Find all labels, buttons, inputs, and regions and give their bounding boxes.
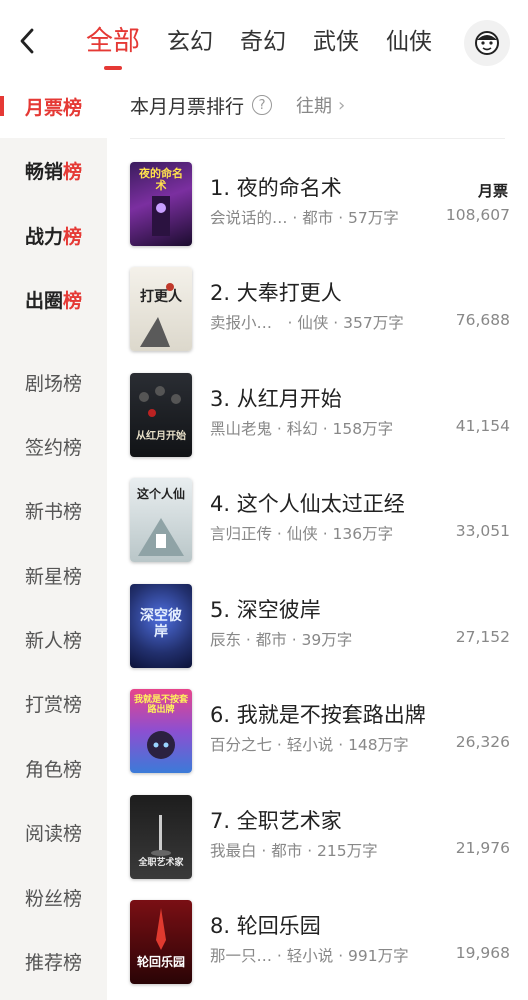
- help-icon[interactable]: ?: [252, 95, 273, 115]
- sidebar-item-juese[interactable]: 角色榜: [0, 736, 107, 800]
- book-title: 3. 从红月开始: [210, 387, 342, 411]
- book-cover: 全职艺术家: [130, 795, 192, 879]
- sidebar-item-tuijian[interactable]: 推荐榜: [0, 929, 107, 993]
- sidebar-item-xinshu[interactable]: 新书榜: [0, 478, 107, 542]
- sidebar-item-fensi[interactable]: 粉丝榜: [0, 865, 107, 929]
- book-cover: 深空彼岸: [130, 584, 192, 668]
- vote-count: 27,152: [455, 628, 510, 646]
- tab-xianxia[interactable]: 仙侠: [386, 22, 432, 62]
- sidebar-item-zhanli[interactable]: 战力榜: [0, 203, 107, 267]
- sidebar-item-label: 畅销: [24, 160, 63, 183]
- book-meta: 辰东 · 都市 · 39万字: [210, 631, 353, 649]
- sidebar-item-yuedu[interactable]: 阅读榜: [0, 800, 107, 864]
- metric-label: 月票: [477, 182, 508, 200]
- past-periods-link[interactable]: 往期: [296, 92, 332, 118]
- vote-count: 108,607: [445, 206, 510, 224]
- book-cover: 我就是不按套路出牌: [130, 689, 192, 773]
- tab-xuanhuan[interactable]: 玄幻: [167, 22, 213, 62]
- book-title: 7. 全职艺术家: [210, 809, 342, 833]
- top-bar: 全部 玄幻 奇幻 武侠 仙侠: [0, 0, 528, 84]
- ranking-subheader: 本月月票排行 ? 往期 ›: [130, 90, 345, 120]
- book-item[interactable]: 这个人仙 4. 这个人仙太过正经 言归正传 · 仙侠 · 136万字 33,05…: [130, 478, 510, 562]
- book-title: 1. 夜的命名术: [210, 176, 342, 200]
- divider: [130, 138, 505, 139]
- book-meta: 会说话的… · 都市 · 57万字: [210, 209, 399, 227]
- cover-title: 轮回乐园: [136, 955, 185, 969]
- vote-count: 41,154: [455, 417, 510, 435]
- book-title: 8. 轮回乐园: [210, 914, 321, 938]
- book-cover: 这个人仙: [130, 478, 192, 562]
- sidebar-item-chuquan[interactable]: 出圈榜: [0, 267, 107, 331]
- sidebar-item-xinren[interactable]: 新人榜: [0, 607, 107, 671]
- sidebar-item-xinxing[interactable]: 新星榜: [0, 543, 107, 607]
- vote-count: 33,051: [455, 522, 510, 540]
- vote-count: 76,688: [455, 311, 510, 329]
- vote-count: 21,976: [455, 839, 510, 857]
- book-cover: 从红月开始: [130, 373, 192, 457]
- book-item[interactable]: 轮回乐园 8. 轮回乐园 那一只… · 轻小说 · 991万字 19,968: [130, 900, 510, 984]
- category-tabs: 全部 玄幻 奇幻 武侠 仙侠: [86, 22, 459, 70]
- sidebar-item-changxiao[interactable]: 畅销榜: [0, 138, 107, 202]
- tab-wuxia[interactable]: 武侠: [313, 22, 359, 62]
- sidebar-item-suffix: 榜: [63, 225, 83, 248]
- chevron-right-icon[interactable]: ›: [338, 95, 345, 116]
- sidebar-item-qianyue[interactable]: 签约榜: [0, 414, 107, 478]
- book-cover: 打更人: [130, 267, 192, 351]
- sidebar-item-suffix: 榜: [63, 289, 83, 312]
- tab-all[interactable]: 全部: [86, 22, 140, 70]
- book-meta: 百分之七 · 轻小说 · 148万字: [210, 736, 409, 754]
- ranking-sidebar: 月票榜 畅销榜 战力榜 出圈榜 剧场榜 签约榜 新书榜 新星榜 新人榜 打赏榜 …: [0, 74, 107, 1000]
- book-meta: 卖报小… · 仙侠 · 357万字: [210, 314, 404, 332]
- vote-count: 26,326: [455, 733, 510, 751]
- book-item[interactable]: 深空彼岸 5. 深空彼岸 辰东 · 都市 · 39万字 27,152: [130, 584, 510, 668]
- sidebar-item-label: 月票: [24, 96, 63, 119]
- sidebar-item-suffix: 榜: [63, 160, 83, 183]
- cover-title: 全职艺术家: [138, 858, 184, 868]
- sidebar-item-label: 出圈: [24, 289, 63, 312]
- book-item[interactable]: 我就是不按套路出牌 6. 我就是不按套路出牌 百分之七 · 轻小说 · 148万…: [130, 689, 510, 773]
- cover-title: 深空彼岸: [140, 608, 182, 640]
- book-cover: 轮回乐园: [130, 900, 192, 984]
- sidebar-item-suffix: 榜: [63, 96, 83, 119]
- chevron-left-icon[interactable]: [12, 24, 42, 58]
- book-meta: 言归正传 · 仙侠 · 136万字: [210, 525, 394, 543]
- sidebar-item-yuepiao[interactable]: 月票榜: [0, 74, 107, 138]
- cover-title: 从红月开始: [136, 431, 186, 442]
- book-item[interactable]: 从红月开始 3. 从红月开始 黑山老鬼 · 科幻 · 158万字 41,154: [130, 373, 510, 457]
- book-title: 2. 大奉打更人: [210, 281, 342, 305]
- sidebar-item-dashang[interactable]: 打赏榜: [0, 671, 107, 735]
- ranking-list-panel: 本月月票排行 ? 往期 › 夜的命名术 1. 夜的命名术 月票 会说话的… · …: [107, 74, 528, 1000]
- book-meta: 我最白 · 都市 · 215万字: [210, 842, 378, 860]
- book-title: 5. 深空彼岸: [210, 598, 321, 622]
- book-item[interactable]: 夜的命名术 1. 夜的命名术 月票 会说话的… · 都市 · 57万字 108,…: [130, 162, 510, 246]
- book-item[interactable]: 全职艺术家 7. 全职艺术家 我最白 · 都市 · 215万字 21,976: [130, 795, 510, 879]
- tab-qihuan[interactable]: 奇幻: [240, 22, 286, 62]
- vote-count: 19,968: [455, 944, 510, 962]
- sidebar-item-label: 战力: [24, 225, 63, 248]
- book-meta: 那一只… · 轻小说 · 991万字: [210, 947, 409, 965]
- book-title: 4. 这个人仙太过正经: [210, 492, 405, 516]
- monkey-avatar-icon[interactable]: [464, 20, 510, 66]
- ranking-title: 本月月票排行: [130, 95, 245, 118]
- book-meta: 黑山老鬼 · 科幻 · 158万字: [210, 420, 394, 438]
- book-title: 6. 我就是不按套路出牌: [210, 703, 426, 727]
- book-cover: 夜的命名术: [130, 162, 192, 246]
- sidebar-item-juchang[interactable]: 剧场榜: [0, 350, 107, 414]
- book-item[interactable]: 打更人 2. 大奉打更人 卖报小… · 仙侠 · 357万字 76,688: [130, 267, 510, 351]
